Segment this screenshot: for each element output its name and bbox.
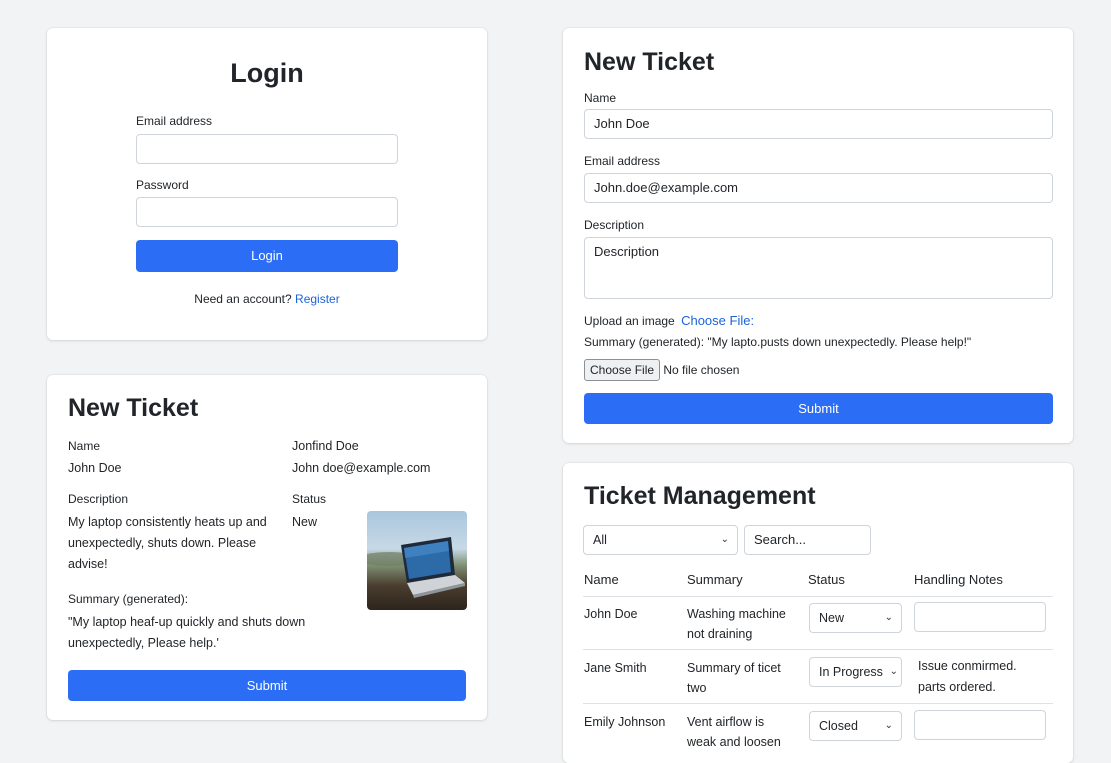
ticket-preview-card: New Ticket Name John Doe Jonfind Doe Joh… xyxy=(47,375,487,720)
row-status-value: Closed xyxy=(819,719,858,733)
ticket-management-title: Ticket Management xyxy=(584,482,816,510)
form-email-label: Email address xyxy=(584,154,661,168)
chevron-down-icon: ⌄ xyxy=(720,534,729,545)
register-link[interactable]: Register xyxy=(295,292,340,306)
col-header-status: Status xyxy=(808,572,845,587)
upload-label: Upload an image xyxy=(584,314,675,328)
row-notes-line2: parts ordered. xyxy=(918,680,996,694)
login-password-input[interactable] xyxy=(136,197,398,227)
register-prompt: Need an account? Register xyxy=(47,292,487,306)
row-summary-line1: Vent airflow is xyxy=(687,715,765,729)
need-account-text: Need an account? xyxy=(194,292,292,306)
row-notes-input[interactable] xyxy=(914,710,1046,740)
form-name-input[interactable]: John Doe xyxy=(584,109,1053,139)
row-name: Jane Smith xyxy=(584,661,647,675)
col-header-notes: Handling Notes xyxy=(914,572,1003,587)
row-divider xyxy=(583,703,1053,704)
new-ticket-form-title: New Ticket xyxy=(584,48,715,76)
form-description-textarea[interactable]: Description xyxy=(584,237,1053,299)
row-name: John Doe xyxy=(584,607,638,621)
form-description-label: Description xyxy=(584,218,645,232)
login-title: Login xyxy=(230,58,304,88)
row-divider xyxy=(583,649,1053,650)
row-notes-input[interactable] xyxy=(914,602,1046,632)
row-status-select[interactable]: In Progress ⌄ xyxy=(809,657,902,687)
generated-summary: Summary (generated): "My lapto.pusts dow… xyxy=(584,335,971,349)
choose-file-link[interactable]: Choose File: xyxy=(681,313,754,328)
status-filter-value: All xyxy=(593,533,607,547)
preview-email-value: John doe@example.com xyxy=(292,461,431,475)
preview-description-value: My laptop consistently heats up and unex… xyxy=(68,515,267,571)
ticket-management-card: Ticket Management All ⌄ Search... Name S… xyxy=(563,463,1073,763)
preview-name-label: Name xyxy=(68,439,101,453)
header-divider xyxy=(583,596,1053,597)
ticket-preview-title: New Ticket xyxy=(68,394,199,422)
ticket-search-input[interactable]: Search... xyxy=(744,525,871,555)
email-label: Email address xyxy=(136,114,213,128)
choose-file-button[interactable]: Choose File xyxy=(584,359,661,381)
login-email-input[interactable] xyxy=(136,134,398,164)
no-file-text: No file chosen xyxy=(663,363,740,377)
preview-email-label: Jonfind Doe xyxy=(292,439,359,453)
row-status-select[interactable]: Closed ⌄ xyxy=(809,711,902,741)
chevron-down-icon: ⌄ xyxy=(884,720,893,731)
row-notes-line1: Issue conmirmed. xyxy=(918,659,1017,673)
status-filter-select[interactable]: All ⌄ xyxy=(583,525,738,555)
summary-prefix: Summary (generated): xyxy=(584,335,705,349)
new-ticket-form-card: New Ticket Name John Doe Email address J… xyxy=(563,28,1073,443)
row-status-value: In Progress xyxy=(819,665,883,679)
chevron-down-icon: ⌄ xyxy=(884,612,893,623)
laptop-image xyxy=(367,511,467,610)
row-summary-line2: two xyxy=(687,681,707,695)
preview-description-label: Description xyxy=(68,492,129,506)
file-input[interactable]: Choose File No file chosen xyxy=(584,359,739,381)
row-summary-line1: Summary of ticet xyxy=(687,661,781,675)
summary-value: "My lapto.pusts down unexpectedly. Pleas… xyxy=(707,335,972,349)
preview-summary-value: "My laptop heaf-up quickly and shuts dow… xyxy=(68,615,306,650)
row-status-value: New xyxy=(819,611,845,625)
row-summary-line2: not draining xyxy=(687,627,753,641)
upload-row: Upload an image Choose File: xyxy=(584,313,754,328)
preview-name-value: John Doe xyxy=(68,461,122,475)
login-card: Login Email address Password Login Need … xyxy=(47,28,487,340)
preview-status-label: Status xyxy=(292,492,327,506)
col-header-summary: Summary xyxy=(687,572,743,587)
login-button[interactable]: Login xyxy=(136,240,398,272)
col-header-name: Name xyxy=(584,572,619,587)
form-email-input[interactable]: John.doe@example.com xyxy=(584,173,1053,203)
password-label: Password xyxy=(136,178,189,192)
chevron-down-icon: ⌄ xyxy=(889,666,898,677)
row-status-select[interactable]: New ⌄ xyxy=(809,603,902,633)
preview-submit-button[interactable]: Submit xyxy=(68,670,466,701)
laptop-icon xyxy=(367,537,465,598)
row-summary-line1: Washing machine xyxy=(687,607,786,621)
row-name: Emily Johnson xyxy=(584,715,666,729)
preview-summary-label: Summary (generated): xyxy=(68,592,189,606)
preview-status-value: New xyxy=(292,515,318,529)
form-name-label: Name xyxy=(584,91,617,105)
form-submit-button[interactable]: Submit xyxy=(584,393,1053,424)
